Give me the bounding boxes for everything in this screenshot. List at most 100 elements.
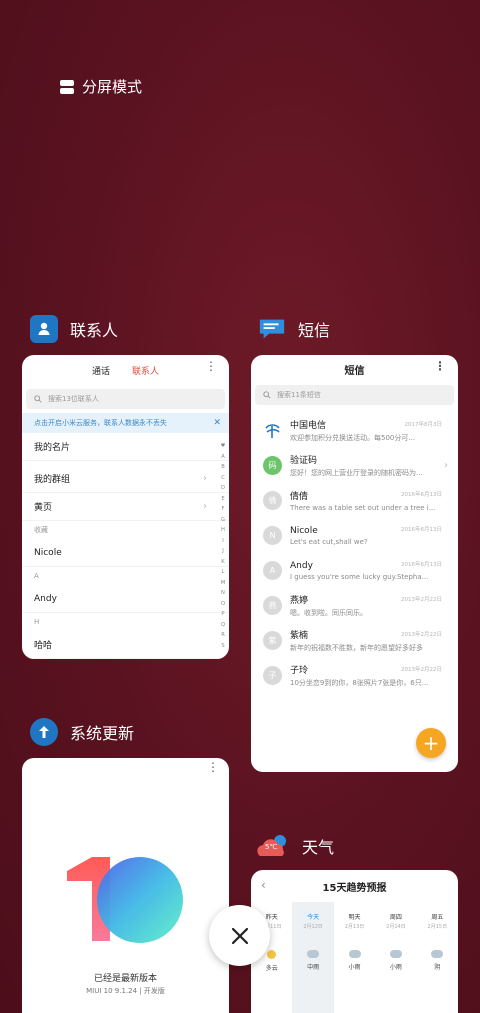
messages-search-input[interactable]: 搜索11条短信 (255, 385, 454, 405)
updater-app-label: 系统更新 (70, 724, 135, 743)
contact-name: Nicole (34, 547, 62, 558)
thread-snippet: I guess you're some lucky guy.Stepha... (290, 572, 429, 581)
message-thread-list: 中国电信 欢迎参加积分兑换送活动。每500分可... 2017年8月3日码验证码 您好… (251, 413, 458, 693)
thread-snippet: 您好！您的网上营业厅登录的随机密码为... (290, 469, 423, 477)
contact-name: Andy (34, 593, 57, 604)
forecast-date: 2月15日 (427, 924, 448, 930)
app-header-weather: 5℃ 天气 (256, 832, 334, 860)
message-thread[interactable]: 燕燕婷 嗯。收到啦。同乐同乐。 2013年2月22日 (251, 588, 458, 623)
alphabet-index-letter[interactable]: D (219, 483, 227, 494)
cloud-rain-icon (431, 950, 444, 958)
contacts-card[interactable]: 通话 联系人 ⋮ 搜索13位联系人 点击开启小米云服务，联系人数据永不丢失 ✕ … (22, 355, 229, 659)
app-header-messages: 短信 (258, 315, 330, 343)
cloud-sync-banner[interactable]: 点击开启小米云服务，联系人数据永不丢失 ✕ (22, 413, 229, 433)
alphabet-index-letter[interactable]: G (219, 515, 227, 526)
contact-avatar: 燕 (263, 596, 282, 615)
contacts-search-input[interactable]: 搜索13位联系人 (26, 389, 225, 409)
compose-button[interactable]: + (416, 728, 446, 758)
weather-temp-badge: 5℃ (265, 843, 278, 851)
alphabet-index-letter[interactable]: M (219, 578, 227, 589)
alphabet-index-letter[interactable]: F (219, 504, 227, 515)
alphabet-index-letter[interactable]: S (219, 641, 227, 652)
section-header-a: A (34, 572, 39, 580)
alphabet-index-letter[interactable]: H (219, 525, 227, 536)
cloud-rain-icon (348, 950, 361, 958)
alphabet-index-letter[interactable]: P (219, 609, 227, 620)
alphabet-index[interactable]: ♥ A B C D E F G H I J K L M N O P Q R S (219, 441, 227, 651)
alphabet-index-letter[interactable]: B (219, 462, 227, 473)
thread-date: 2013年2月22日 (401, 597, 442, 603)
contact-avatar: N (263, 526, 282, 545)
more-icon[interactable]: ⋮ (434, 360, 446, 372)
forecast-date: 2月13日 (344, 924, 365, 930)
message-thread[interactable]: 倩倩倩 There was a table set out under a tre… (251, 483, 458, 518)
more-icon[interactable]: ⋮ (205, 360, 217, 372)
forecast-day[interactable]: 周五 2月15日阴 (417, 902, 458, 1013)
messages-card[interactable]: 短信 ⋮ 搜索11条短信 中国电信 欢迎参加积分兑换送活动。每500分可... 20… (251, 355, 458, 772)
updater-card[interactable]: ⋮ 已经是最新版本 MIUI 10 9.1.24 | 开发版 (22, 758, 229, 1013)
messages-app-label: 短信 (298, 321, 331, 340)
list-item-contact[interactable]: Nicole (22, 539, 229, 567)
message-thread[interactable]: 子子玲 10分坐恋9到的你，8张照片7张是你，6只... 2013年2月22日 (251, 658, 458, 693)
thread-snippet: 嗯。收到啦。同乐同乐。 (290, 609, 367, 617)
thread-snippet: 10分坐恋9到的你，8张照片7张是你，6只... (290, 679, 429, 687)
alphabet-index-letter[interactable]: K (219, 557, 227, 568)
alphabet-index-letter[interactable]: E (219, 494, 227, 505)
message-thread[interactable]: A Andy I guess you're some lucky guy.Steph… (251, 553, 458, 588)
tab-contacts[interactable]: 联系人 (132, 364, 159, 377)
back-icon[interactable]: ‹ (261, 878, 266, 892)
forecast-day-label: 明天 (348, 914, 361, 921)
my-card-label: 我的名片 (34, 443, 71, 453)
split-screen-button[interactable]: 分屏模式 (60, 76, 142, 97)
thread-date: 2013年2月22日 (401, 632, 442, 638)
message-thread[interactable]: 码验证码 您好！您的网上营业厅登录的随机密码为... › (251, 448, 458, 483)
forecast-day[interactable]: 今天 2月12日 中雨 (292, 902, 334, 1013)
list-item-contact[interactable]: Andy (22, 585, 229, 613)
contacts-tabs: 通话 联系人 ⋮ (22, 355, 229, 385)
forecast-day-label: 今天 (307, 914, 320, 921)
weather-app-label: 天气 (302, 838, 335, 857)
update-version-text: MIUI 10 9.1.24 | 开发版 (86, 987, 165, 995)
alphabet-index-letter[interactable]: J (219, 546, 227, 557)
alphabet-index-letter[interactable]: O (219, 599, 227, 610)
messages-app-icon (258, 315, 286, 343)
forecast-columns: 昨天 2月11日 多云 今天 2月12日 中雨 明天 2月13日 小雨 周四 2月14日 小雨 周五 2月… (251, 902, 458, 1013)
weather-app-icon: 5℃ (256, 832, 290, 860)
forecast-date: 2月14日 (386, 924, 406, 930)
alphabet-index-letter[interactable]: Q (219, 620, 227, 631)
app-header-updater: 系统更新 (30, 718, 134, 746)
alphabet-index-letter[interactable]: N (219, 588, 227, 599)
tab-calls[interactable]: 通话 (92, 364, 110, 377)
forecast-date: 2月12日 (303, 924, 323, 930)
thread-body: 验证码 您好！您的网上营业厅登录的随机密码为... (290, 453, 450, 478)
list-item-contact[interactable]: 哈哈 (22, 631, 229, 659)
thread-date: 2016年6月13日 (401, 562, 442, 568)
thread-snippet: Let's eat cut,shall we? (290, 537, 368, 546)
message-thread[interactable]: N Nicole Let's eat cut,shall we? 2016年6月13日 (251, 518, 458, 553)
forecast-day[interactable]: 明天 2月13日小雨 (334, 902, 375, 1013)
alphabet-index-letter[interactable]: L (219, 567, 227, 578)
alphabet-index-letter[interactable]: C (219, 473, 227, 484)
message-thread[interactable]: 中国电信 欢迎参加积分兑换送活动。每500分可... 2017年8月3日 (251, 413, 458, 448)
list-item-yellow-pages[interactable]: 黄页 › (22, 493, 229, 521)
list-item-my-card[interactable]: 我的名片 (22, 433, 229, 461)
messages-search-placeholder: 搜索11条短信 (277, 391, 321, 399)
list-item-my-groups[interactable]: 我的群组 › (22, 465, 229, 493)
close-all-button[interactable] (209, 905, 270, 966)
alphabet-index-letter[interactable]: R (219, 630, 227, 641)
forecast-day[interactable]: 周四 2月14日 小雨 (375, 902, 416, 1013)
message-thread[interactable]: 紫紫楠 新年的祝福数不胜数，新年的愿望好多好多 2013年2月22日 (251, 623, 458, 658)
contact-avatar: 子 (263, 666, 282, 685)
contact-name: 哈哈 (34, 641, 53, 651)
alphabet-index-letter[interactable]: ♥ (219, 441, 227, 452)
messages-title: 短信 (344, 365, 365, 377)
telecom-logo-icon (263, 421, 282, 440)
miui-10-logo (62, 853, 187, 948)
partly-cloudy-icon (267, 950, 277, 959)
close-banner-icon[interactable]: ✕ (213, 418, 221, 428)
weather-card[interactable]: ‹ 15天趋势预报 昨天 2月11日 多云 今天 2月12日 中雨 明天 2月13日 小雨 周四 2… (251, 870, 458, 1013)
alphabet-index-letter[interactable]: A (219, 452, 227, 463)
alphabet-index-letter[interactable]: I (219, 536, 227, 547)
more-icon[interactable]: ⋮ (207, 761, 219, 773)
forecast-condition: 小雨 (348, 964, 361, 971)
